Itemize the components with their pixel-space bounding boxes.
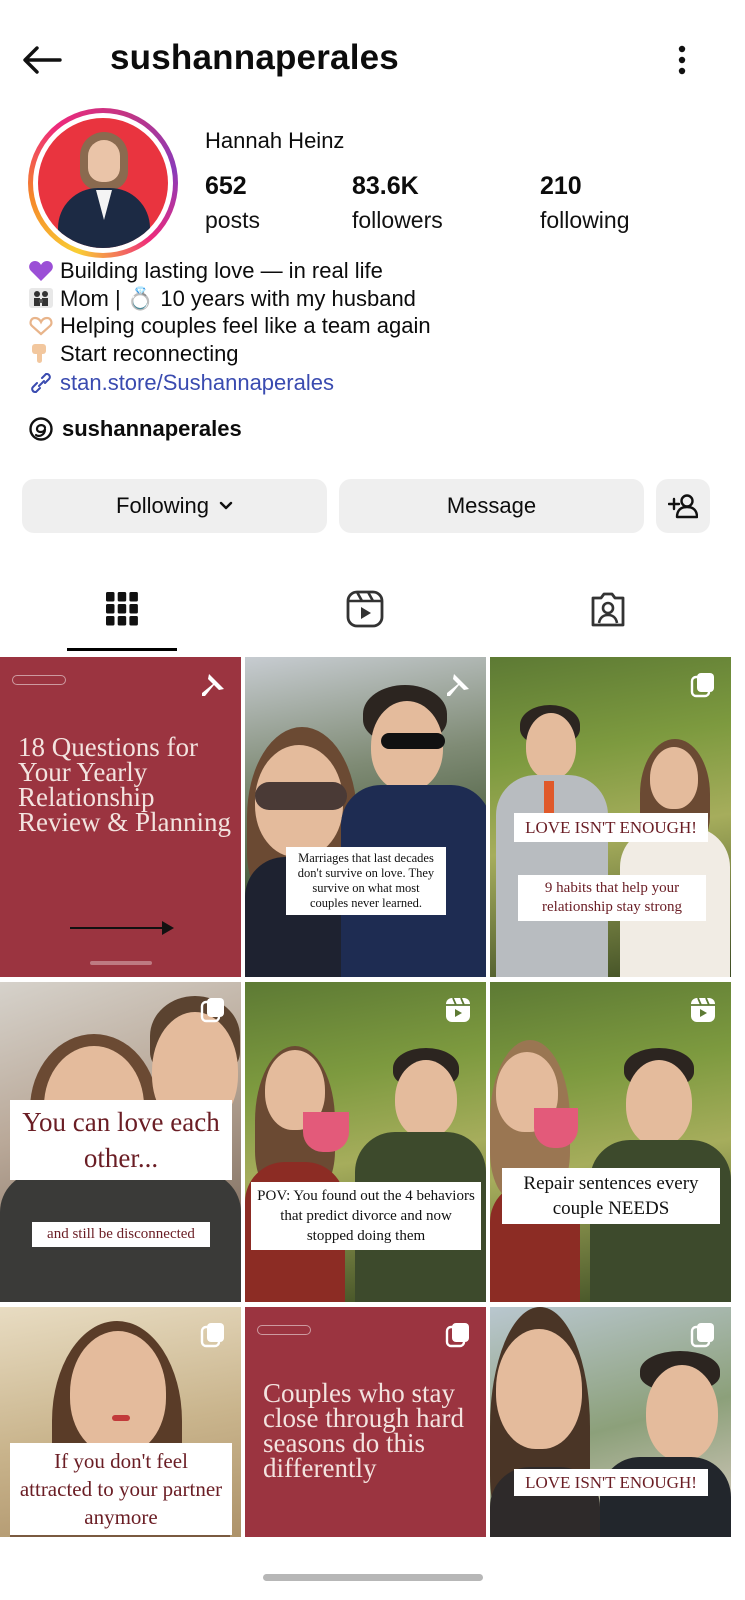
post-tile[interactable]: If you don't feel attracted to your part… xyxy=(0,1307,241,1537)
post-caption: POV: You found out the 4 behaviors that … xyxy=(251,1182,481,1250)
post-caption: Marriages that last decades don't surviv… xyxy=(286,847,446,915)
threads-icon xyxy=(29,417,53,441)
following-label: following xyxy=(540,207,630,233)
carousel-icon xyxy=(445,1323,469,1348)
bio-line: Start reconnecting xyxy=(28,340,718,368)
post-tile[interactable]: Marriages that last decades don't surviv… xyxy=(245,657,486,977)
top-bar: sushannaperales xyxy=(0,0,745,120)
more-vertical-icon xyxy=(678,45,686,75)
post-caption-top: LOVE ISN'T ENOUGH! xyxy=(514,813,708,842)
post-caption: LOVE ISN'T ENOUGH! xyxy=(514,1469,708,1496)
bio-line: Helping couples feel like a team again xyxy=(28,312,718,340)
post-caption-bottom: and still be disconnected xyxy=(32,1222,210,1247)
heart-hands-icon xyxy=(29,316,53,336)
following-button-label: Following xyxy=(116,493,209,518)
posts-count[interactable]: 652 posts xyxy=(205,172,260,234)
active-tab-indicator xyxy=(67,648,177,651)
link-icon xyxy=(31,372,51,393)
bio-text: Mom | 💍 10 years with my husband xyxy=(60,285,416,311)
add-person-icon xyxy=(668,494,698,519)
profile-avatar-story-ring[interactable] xyxy=(28,108,178,258)
following-value: 210 xyxy=(540,172,582,200)
following-count[interactable]: 210 following xyxy=(540,172,630,234)
avatar xyxy=(38,118,168,248)
tab-reels[interactable] xyxy=(310,580,420,652)
home-indicator[interactable] xyxy=(263,1574,483,1581)
chevron-down-icon xyxy=(219,501,233,510)
message-button[interactable]: Message xyxy=(339,479,644,533)
bio-line: Mom | 💍 10 years with my husband xyxy=(28,285,718,313)
reel-icon xyxy=(446,997,470,1022)
carousel-icon xyxy=(690,673,714,698)
message-button-label: Message xyxy=(446,493,537,518)
posts-label: posts xyxy=(205,207,260,233)
post-title: 18 Questions for Your Yearly Relationshi… xyxy=(18,732,231,837)
following-button[interactable]: Following xyxy=(22,479,327,533)
bio-text: Helping couples feel like a team again xyxy=(60,313,431,338)
tagged-person-icon xyxy=(591,592,625,627)
back-button[interactable] xyxy=(18,40,66,80)
threads-badge[interactable]: sushannaperales xyxy=(28,416,242,442)
bio-text: Building lasting love — in real life xyxy=(60,258,383,283)
post-tile[interactable]: Repair sentences every couple NEEDS xyxy=(490,982,731,1302)
profile-tabs xyxy=(0,580,745,652)
profile-link[interactable]: stan.store/Sushannaperales xyxy=(28,369,718,397)
post-caption: Repair sentences every couple NEEDS xyxy=(502,1168,720,1224)
more-options-button[interactable] xyxy=(667,38,697,82)
post-title: Couples who stay close through hard seas… xyxy=(263,1378,464,1483)
purple-heart-icon xyxy=(29,260,53,281)
carousel-icon xyxy=(690,1323,714,1348)
post-tile[interactable]: You can love each other... and still be … xyxy=(0,982,241,1302)
post-tile[interactable]: POV: You found out the 4 behaviors that … xyxy=(245,982,486,1302)
add-person-button[interactable] xyxy=(656,479,710,533)
posts-grid: 18 Questions for Your Yearly Relationshi… xyxy=(0,657,745,1537)
post-caption-top: You can love each other... xyxy=(10,1100,232,1180)
post-tile[interactable]: LOVE ISN'T ENOUGH! xyxy=(490,1307,731,1537)
followers-value: 83.6K xyxy=(352,172,419,200)
profile-username: sushannaperales xyxy=(110,38,399,77)
profile-link-text[interactable]: stan.store/Sushannaperales xyxy=(60,369,334,397)
pin-icon xyxy=(202,674,224,696)
followers-count[interactable]: 83.6K followers xyxy=(352,172,443,234)
tab-tagged[interactable] xyxy=(553,580,663,652)
arrow-left-icon xyxy=(23,46,62,74)
post-caption: If you don't feel attracted to your part… xyxy=(10,1443,232,1535)
posts-value: 652 xyxy=(205,172,247,200)
display-name: Hannah Heinz xyxy=(205,128,345,153)
bio-line: Building lasting love — in real life xyxy=(28,257,718,285)
family-icon xyxy=(29,288,53,309)
followers-label: followers xyxy=(352,207,443,233)
post-tile[interactable]: 18 Questions for Your Yearly Relationshi… xyxy=(0,657,241,977)
carousel-icon xyxy=(200,1323,224,1348)
tab-grid[interactable] xyxy=(67,580,177,652)
post-caption-bottom: 9 habits that help your relationship sta… xyxy=(518,875,706,921)
profile-bio: Building lasting love — in real life Mom… xyxy=(28,257,718,397)
threads-handle: sushannaperales xyxy=(62,416,242,441)
grid-icon xyxy=(106,592,138,626)
pointing-down-icon xyxy=(32,344,46,364)
reels-icon xyxy=(346,590,384,628)
carousel-icon xyxy=(200,998,224,1023)
reel-icon xyxy=(691,997,715,1022)
post-tile[interactable]: LOVE ISN'T ENOUGH! 9 habits that help yo… xyxy=(490,657,731,977)
bio-text: Start reconnecting xyxy=(60,340,239,366)
post-tile[interactable]: Couples who stay close through hard seas… xyxy=(245,1307,486,1537)
pin-icon xyxy=(447,674,469,696)
